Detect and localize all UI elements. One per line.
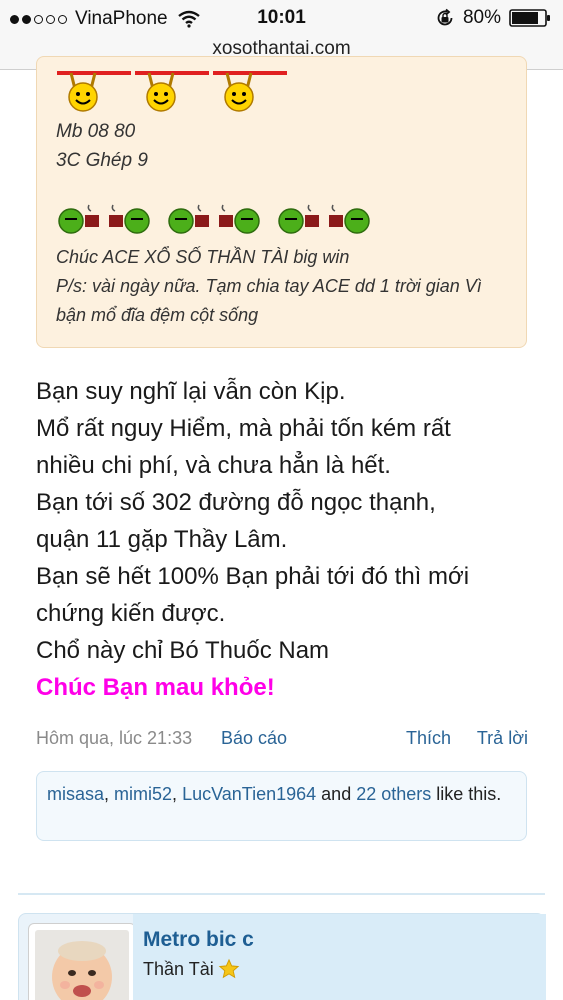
post-line: Bạn tới số 302 đường đỗ ngọc thạnh, bbox=[36, 489, 436, 516]
report-link[interactable]: Báo cáo bbox=[221, 728, 287, 749]
post-timestamp[interactable]: Hôm qua, lúc 21:33 bbox=[36, 728, 192, 749]
liker-link[interactable]: mimi52 bbox=[114, 784, 172, 804]
post-line: Mổ rất nguy Hiểm, mà phải tốn kém rất bbox=[36, 415, 451, 442]
avatar[interactable] bbox=[28, 923, 136, 1000]
username-link[interactable]: Metro bic c bbox=[143, 928, 254, 952]
post-line: Bạn suy nghĩ lại vẫn còn Kịp. bbox=[36, 378, 346, 405]
user-title: Thần Tài bbox=[143, 958, 240, 980]
next-post: Metro bic c Thần Tài bbox=[18, 913, 546, 1000]
battery-icon bbox=[509, 9, 550, 27]
liker-link[interactable]: LucVanTien1964 bbox=[182, 784, 316, 804]
likes-summary: misasa, mimi52, LucVanTien1964 and 22 ot… bbox=[36, 771, 527, 841]
cheering-smiley-icon bbox=[68, 72, 254, 112]
post-line: quận 11 gặp Thầy Lâm. bbox=[36, 526, 288, 553]
post-line: Chổ này chỉ Bó Thuốc Nam bbox=[36, 637, 330, 664]
coffee-smiley-icon bbox=[58, 204, 370, 234]
post-body: Bạn suy nghĩ lại vẫn còn Kịp. Mổ rất ngu… bbox=[36, 373, 536, 706]
like-link[interactable]: Thích bbox=[406, 728, 451, 749]
post-closing: Chúc Bạn mau khỏe! bbox=[36, 674, 275, 701]
likes-and-text: and bbox=[316, 784, 357, 804]
baby-avatar-image bbox=[35, 929, 129, 1000]
user-info-pane: Metro bic c Thần Tài bbox=[133, 914, 546, 1000]
battery-percent: 80% bbox=[462, 7, 501, 28]
lock-rotation-icon bbox=[437, 8, 453, 26]
user-title-text: Thần Tài bbox=[143, 958, 214, 979]
reply-link[interactable]: Trả lời bbox=[477, 728, 528, 749]
post-divider bbox=[18, 893, 545, 895]
post-line: nhiều chi phí, và chưa hẳn là hết. bbox=[36, 452, 391, 479]
quote-ps: P/s: vài ngày nữa. Tạm chia tay ACE dd 1… bbox=[56, 276, 482, 325]
quote-message: Chúc ACE XỔ SỐ THẦN TÀI big win P/s: vài… bbox=[56, 243, 516, 330]
liker-link[interactable]: misasa bbox=[47, 784, 104, 804]
likes-suffix: like this. bbox=[431, 784, 502, 804]
status-right: 80% bbox=[435, 7, 551, 29]
quote-line: 3C Ghép 9 bbox=[56, 150, 148, 171]
separator: , bbox=[104, 784, 115, 804]
post-line: Bạn sẽ hết 100% Bạn phải tới đó thì mới bbox=[36, 563, 470, 590]
quote-wish: Chúc ACE XỔ SỐ THẦN TÀI big win bbox=[56, 247, 350, 267]
others-link[interactable]: 22 others bbox=[356, 784, 431, 804]
quote-numbers: Mb 08 80 3C Ghép 9 bbox=[56, 117, 148, 175]
status-bar: VinaPhone 10:01 80% bbox=[0, 0, 563, 36]
post-meta: Hôm qua, lúc 21:33 Báo cáo Thích Trả lời bbox=[36, 728, 528, 752]
post-line: chứng kiến được. bbox=[36, 600, 226, 627]
star-icon bbox=[218, 958, 239, 979]
quote-box: Mb 08 80 3C Ghép 9 Chúc ACE XỔ SỐ THẦN T… bbox=[36, 56, 527, 348]
quote-line: Mb 08 80 bbox=[56, 121, 136, 142]
separator: , bbox=[172, 784, 183, 804]
